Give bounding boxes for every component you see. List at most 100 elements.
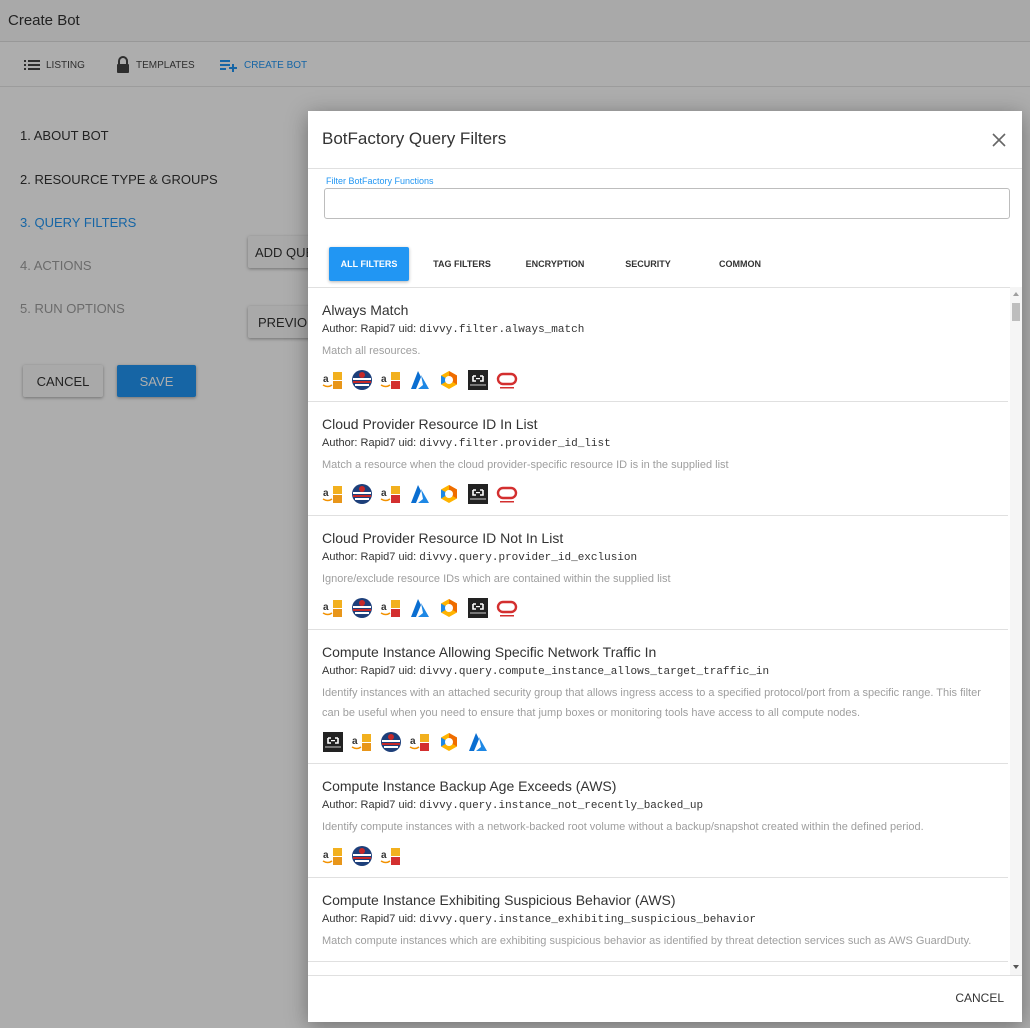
- filter-author: Author: Rapid7: [322, 799, 396, 811]
- tab-all-filters[interactable]: ALL FILTERS: [329, 247, 409, 281]
- tab-security[interactable]: SECURITY: [612, 247, 684, 281]
- filter-meta: Author: Rapid7 uid: divvy.filter.provide…: [322, 436, 994, 451]
- gcp-icon: [438, 483, 460, 505]
- svg-text:a: a: [381, 374, 387, 385]
- filter-uid-label: uid:: [398, 551, 417, 563]
- filter-description: Match compute instances which are exhibi…: [322, 935, 972, 947]
- alibaba-icon: [467, 369, 489, 391]
- filter-uid-label: uid:: [398, 323, 417, 335]
- filter-uid: divvy.filter.always_match: [419, 324, 585, 336]
- dialog-cancel-button[interactable]: CANCEL: [955, 991, 1004, 1005]
- filter-author: Author: Rapid7: [322, 437, 396, 449]
- filter-list-item[interactable]: Compute Instance Allowing Specific Netwo…: [308, 630, 1008, 764]
- filter-uid: divvy.query.compute_instance_allows_targ…: [419, 666, 770, 678]
- filter-description: Identify instances with an attached secu…: [322, 687, 981, 719]
- filter-list[interactable]: Always Match Author: Rapid7 uid: divvy.fi…: [308, 287, 1022, 975]
- aws-gov-icon: [380, 731, 402, 753]
- tab-tag-filters[interactable]: TAG FILTERS: [424, 247, 500, 281]
- filter-list-item[interactable]: Cloud Provider Resource ID In List Author…: [308, 402, 1008, 516]
- aws-gov-icon: [351, 369, 373, 391]
- filter-meta: Author: Rapid7 uid: divvy.query.compute_…: [322, 664, 994, 679]
- cloud-provider-icons: aa: [322, 483, 994, 505]
- filter-title: Always Match: [322, 302, 409, 318]
- aws-china-icon: a: [380, 369, 402, 391]
- filter-list-items: Always Match Author: Rapid7 uid: divvy.fi…: [308, 288, 1008, 962]
- filter-title: Cloud Provider Resource ID Not In List: [322, 530, 564, 546]
- filter-list-item[interactable]: Always Match Author: Rapid7 uid: divvy.fi…: [308, 288, 1008, 402]
- filter-uid-label: uid:: [398, 437, 417, 449]
- filter-uid: divvy.query.instance_exhibiting_suspicio…: [419, 914, 756, 926]
- filter-author: Author: Rapid7: [322, 665, 396, 677]
- filter-uid: divvy.filter.provider_id_list: [419, 438, 611, 450]
- oracle-icon: [496, 597, 518, 619]
- filter-title: Compute Instance Backup Age Exceeds (AWS…: [322, 778, 617, 794]
- azure-icon: [467, 731, 489, 753]
- filter-author: Author: Rapid7: [322, 913, 396, 925]
- filter-author: Author: Rapid7: [322, 551, 396, 563]
- svg-text:a: a: [381, 488, 387, 499]
- aws-icon: a: [322, 845, 344, 867]
- filter-list-item[interactable]: Compute Instance Backup Age Exceeds (AWS…: [308, 764, 1008, 878]
- filter-description: Match a resource when the cloud provider…: [322, 459, 729, 471]
- azure-icon: [409, 369, 431, 391]
- dialog-header: BotFactory Query Filters: [308, 111, 1022, 169]
- cloud-provider-icons: aa: [322, 597, 994, 619]
- aws-gov-icon: [351, 483, 373, 505]
- aws-gov-icon: [351, 845, 373, 867]
- dialog-footer: CANCEL: [308, 975, 1022, 1022]
- filter-list-item[interactable]: Compute Instance Exhibiting Suspicious B…: [308, 878, 1008, 962]
- filter-list-item[interactable]: Cloud Provider Resource ID Not In List Au…: [308, 516, 1008, 630]
- filter-uid-label: uid:: [398, 913, 417, 925]
- tab-common[interactable]: COMMON: [704, 247, 776, 281]
- gcp-icon: [438, 597, 460, 619]
- filter-uid-label: uid:: [398, 799, 417, 811]
- svg-text:a: a: [352, 736, 358, 747]
- svg-text:a: a: [410, 736, 416, 747]
- aws-icon: a: [322, 597, 344, 619]
- alibaba-icon: [322, 731, 344, 753]
- filter-description: Match all resources.: [322, 345, 421, 357]
- oracle-icon: [496, 483, 518, 505]
- filter-meta: Author: Rapid7 uid: divvy.query.provider…: [322, 550, 994, 565]
- aws-icon: a: [322, 369, 344, 391]
- svg-text:a: a: [323, 602, 329, 613]
- aws-china-icon: a: [409, 731, 431, 753]
- filter-description: Identify compute instances with a networ…: [322, 821, 924, 833]
- aws-china-icon: a: [380, 597, 402, 619]
- scroll-thumb[interactable]: [1012, 303, 1020, 321]
- filter-title: Compute Instance Exhibiting Suspicious B…: [322, 892, 676, 908]
- svg-text:a: a: [381, 850, 387, 861]
- filter-description: Ignore/exclude resource IDs which are co…: [322, 573, 671, 585]
- list-scrollbar[interactable]: [1010, 287, 1022, 975]
- alibaba-icon: [467, 483, 489, 505]
- aws-china-icon: a: [380, 845, 402, 867]
- aws-gov-icon: [351, 597, 373, 619]
- filter-uid-label: uid:: [398, 665, 417, 677]
- svg-text:a: a: [323, 850, 329, 861]
- svg-text:a: a: [323, 488, 329, 499]
- filter-title: Compute Instance Allowing Specific Netwo…: [322, 644, 657, 660]
- azure-icon: [409, 483, 431, 505]
- cloud-provider-icons: aa: [322, 731, 994, 753]
- cloud-provider-icons: aa: [322, 845, 994, 867]
- scroll-down-arrow-icon[interactable]: [1012, 963, 1020, 971]
- azure-icon: [409, 597, 431, 619]
- aws-icon: a: [351, 731, 373, 753]
- scroll-up-arrow-icon[interactable]: [1012, 290, 1020, 298]
- svg-text:a: a: [323, 374, 329, 385]
- cloud-provider-icons: aa: [322, 369, 994, 391]
- filter-tabs: ALL FILTERS TAG FILTERS ENCRYPTION SECUR…: [308, 247, 1022, 281]
- query-filters-dialog: BotFactory Query Filters Filter BotFacto…: [308, 111, 1022, 1022]
- filter-meta: Author: Rapid7 uid: divvy.filter.always_…: [322, 322, 994, 337]
- aws-china-icon: a: [380, 483, 402, 505]
- tab-encryption[interactable]: ENCRYPTION: [514, 247, 596, 281]
- filter-author: Author: Rapid7: [322, 323, 396, 335]
- dialog-title: BotFactory Query Filters: [322, 129, 507, 148]
- close-icon[interactable]: [988, 129, 1010, 151]
- filter-uid: divvy.query.provider_id_exclusion: [419, 552, 638, 564]
- filter-meta: Author: Rapid7 uid: divvy.query.instance…: [322, 912, 994, 927]
- oracle-icon: [496, 369, 518, 391]
- filter-functions-label: Filter BotFactory Functions: [326, 176, 434, 186]
- filter-functions-input[interactable]: [324, 188, 1010, 219]
- gcp-icon: [438, 731, 460, 753]
